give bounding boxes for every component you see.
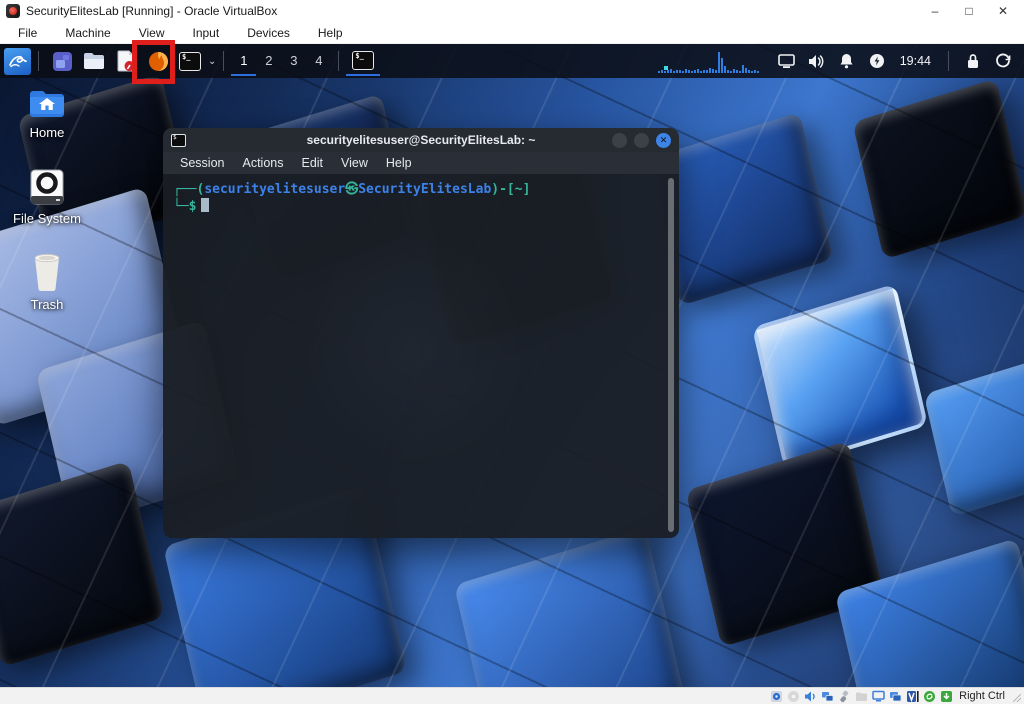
- shared-folders-icon[interactable]: [854, 689, 868, 703]
- auto-resize-icon[interactable]: [922, 689, 936, 703]
- home-folder-icon: [30, 91, 64, 117]
- terminal-menubar: Session Actions Edit View Help: [163, 152, 679, 174]
- taskbar-terminal-window-button[interactable]: $_: [346, 46, 381, 76]
- hard-disks-icon[interactable]: [769, 689, 783, 703]
- launcher-app-window[interactable]: [48, 47, 76, 75]
- terminal-window-icon: $: [171, 133, 186, 147]
- close-button[interactable]: ✕: [986, 1, 1020, 21]
- maximize-button[interactable]: □: [952, 1, 986, 21]
- launcher-terminal[interactable]: $_: [176, 47, 204, 75]
- resize-grip[interactable]: [1012, 692, 1022, 704]
- panel-separator: [338, 51, 340, 71]
- wallpaper-cube: [923, 356, 1024, 517]
- logout-icon[interactable]: [990, 47, 1016, 75]
- system-monitor-graph[interactable]: [657, 49, 770, 73]
- recording-icon[interactable]: [888, 689, 902, 703]
- terminal-minimize-button[interactable]: [612, 132, 627, 148]
- menu-devices[interactable]: Devices: [233, 22, 304, 43]
- vm-screen: $_ ⌄ 1 2 3 4 $_ 19:44 Home File System T…: [0, 44, 1024, 687]
- host-key-label: Right Ctrl: [959, 690, 1005, 702]
- display-settings-icon[interactable]: [774, 47, 800, 75]
- prompt-line-2: └─$: [173, 198, 669, 215]
- desktop-icon-label: Trash: [30, 297, 64, 312]
- desktop-icon-home[interactable]: Home: [6, 88, 88, 140]
- lock-screen-icon[interactable]: [960, 47, 986, 75]
- window-title: SecurityElitesLab [Running] - Oracle Vir…: [26, 4, 278, 18]
- monitor-dot: [663, 66, 668, 70]
- terminal-icon: $_: [179, 51, 201, 71]
- kali-dragon-icon: [8, 55, 27, 68]
- audio-icon[interactable]: [803, 689, 817, 703]
- display-icon[interactable]: [871, 689, 885, 703]
- notifications-bell-icon[interactable]: [834, 47, 860, 75]
- launcher-file-manager[interactable]: [80, 47, 108, 75]
- terminal-menu-help[interactable]: Help: [378, 156, 420, 170]
- workspace-3[interactable]: 3: [281, 46, 306, 76]
- menu-input[interactable]: Input: [179, 22, 234, 43]
- terminal-maximize-button[interactable]: [634, 132, 649, 148]
- panel-separator: [223, 51, 225, 71]
- kali-menu-button[interactable]: [4, 47, 31, 75]
- text-cursor: [201, 198, 210, 212]
- power-manager-icon[interactable]: [864, 47, 890, 75]
- terminal-content[interactable]: ┌──(securityelitesuser㉿SecurityElitesLab…: [163, 174, 679, 538]
- terminal-close-button[interactable]: ✕: [656, 132, 671, 148]
- features-icon[interactable]: [905, 689, 919, 703]
- menu-file[interactable]: File: [4, 22, 51, 43]
- clock[interactable]: 19:44: [894, 54, 937, 68]
- app-window-icon: [52, 51, 72, 71]
- trash-icon: [34, 253, 60, 292]
- minimize-button[interactable]: –: [918, 1, 952, 21]
- desktop-icon-file-system[interactable]: File System: [6, 168, 88, 226]
- chevron-down-icon[interactable]: ⌄: [208, 56, 216, 67]
- panel-separator: [948, 51, 949, 71]
- terminal-menu-view[interactable]: View: [333, 156, 376, 170]
- optical-drives-icon[interactable]: [786, 689, 800, 703]
- panel-separator: [38, 51, 39, 71]
- terminal-menu-edit[interactable]: Edit: [293, 156, 331, 170]
- workspace-2[interactable]: 2: [256, 46, 281, 76]
- virtualbox-app-icon: [6, 4, 20, 18]
- terminal-window: $ securityelitesuser@SecurityElitesLab: …: [163, 128, 679, 538]
- workspace-4[interactable]: 4: [306, 46, 331, 76]
- menu-machine[interactable]: Machine: [51, 22, 124, 43]
- terminal-title: securityelitesuser@SecurityElitesLab: ~: [306, 133, 536, 147]
- folder-icon: [84, 53, 104, 69]
- terminal-icon: $_: [352, 50, 375, 70]
- network-icon[interactable]: [820, 689, 834, 703]
- wallpaper-cube: [0, 460, 165, 668]
- desktop-icon-trash[interactable]: Trash: [6, 252, 88, 312]
- wallpaper-cube: [453, 526, 687, 687]
- workspace-1[interactable]: 1: [231, 46, 257, 76]
- wallpaper-cube-glass: [751, 283, 929, 470]
- wallpaper-cube: [685, 440, 885, 648]
- volume-icon[interactable]: [804, 47, 830, 75]
- vbox-titlebar: SecurityElitesLab [Running] - Oracle Vir…: [0, 0, 1024, 22]
- file-system-drive-icon: [30, 169, 64, 205]
- terminal-menu-session[interactable]: Session: [172, 156, 232, 170]
- wallpaper-cube: [852, 78, 1024, 260]
- prompt-line-1: ┌──(securityelitesuser㉿SecurityElitesLab…: [173, 182, 531, 197]
- terminal-scrollbar[interactable]: [668, 178, 674, 532]
- menu-help[interactable]: Help: [304, 22, 357, 43]
- wallpaper-cube: [834, 537, 1024, 687]
- virtualbox-window: SecurityElitesLab [Running] - Oracle Vir…: [0, 0, 1024, 704]
- terminal-menu-actions[interactable]: Actions: [234, 156, 291, 170]
- highlight-rectangle: [132, 40, 175, 84]
- terminal-titlebar[interactable]: $ securityelitesuser@SecurityElitesLab: …: [163, 128, 679, 152]
- downloads-icon[interactable]: [939, 689, 953, 703]
- desktop-icon-label: Home: [29, 125, 65, 140]
- vbox-statusbar: Right Ctrl: [0, 687, 1024, 704]
- usb-icon[interactable]: [837, 689, 851, 703]
- desktop-icon-label: File System: [13, 211, 81, 226]
